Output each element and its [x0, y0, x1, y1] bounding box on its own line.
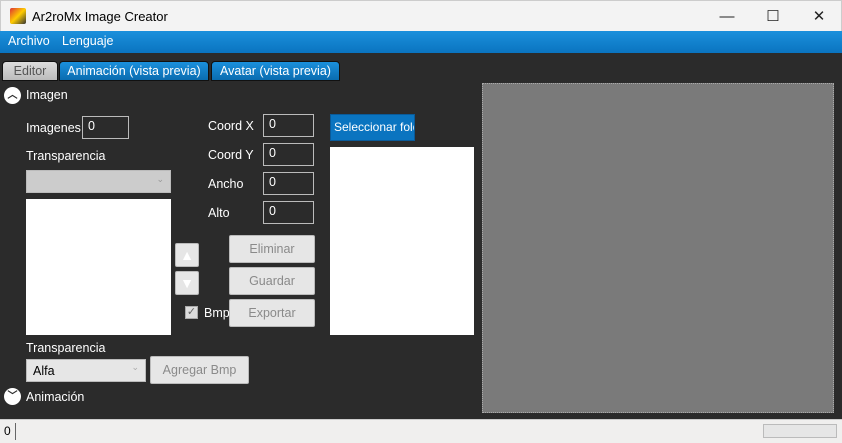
menu-lenguaje[interactable]: Lenguaje [62, 34, 113, 48]
coord-y-input[interactable]: 0 [263, 143, 314, 166]
chevron-down-icon: ⌄ [156, 174, 164, 184]
select-folder-button[interactable]: Seleccionar folder [330, 114, 415, 141]
bmp-label: Bmp [204, 306, 230, 320]
transparencia-select[interactable]: ⌄ [26, 170, 171, 193]
tab-animacion[interactable]: Animación (vista previa) [59, 61, 209, 81]
transparencia-label: Transparencia [26, 149, 106, 163]
window-title: Ar2roMx Image Creator [32, 9, 168, 24]
menu-bar: Archivo Lenguaje [0, 31, 842, 53]
progress-bar [763, 424, 837, 438]
tab-strip: Editor Animación (vista previa) Avatar (… [0, 53, 842, 81]
coord-y-label: Coord Y [208, 148, 254, 162]
status-value: 0 [4, 424, 11, 438]
folder-list[interactable] [330, 147, 474, 335]
move-down-button[interactable]: ▼ [175, 271, 199, 295]
collapse-icon[interactable]: ︿ [4, 87, 21, 104]
bmp-checkbox[interactable]: ✓ [185, 306, 198, 319]
transparencia-value: Alfa [33, 364, 55, 378]
tab-editor[interactable]: Editor [2, 61, 58, 81]
imagenes-input[interactable]: 0 [82, 116, 129, 139]
status-separator [15, 423, 16, 440]
guardar-button[interactable]: Guardar [229, 267, 315, 295]
app-icon [10, 8, 26, 24]
minimize-button[interactable]: — [704, 1, 750, 32]
exportar-button[interactable]: Exportar [229, 299, 315, 327]
tab-avatar[interactable]: Avatar (vista previa) [211, 61, 340, 81]
menu-archivo[interactable]: Archivo [8, 34, 50, 48]
transparencia-select-2[interactable]: Alfa ⌄ [26, 359, 146, 382]
coord-x-input[interactable]: 0 [263, 114, 314, 137]
chevron-down-icon: ⌄ [131, 362, 139, 372]
maximize-button[interactable]: ☐ [750, 1, 796, 32]
ancho-input[interactable]: 0 [263, 172, 314, 195]
expand-icon[interactable]: ﹀ [4, 388, 21, 405]
alto-input[interactable]: 0 [263, 201, 314, 224]
image-list[interactable] [26, 199, 171, 335]
agregar-bmp-button[interactable]: Agregar Bmp [150, 356, 249, 384]
title-bar: Ar2roMx Image Creator — ☐ ✕ [0, 0, 842, 31]
alto-label: Alto [208, 206, 230, 220]
section-imagen[interactable]: Imagen [26, 88, 68, 102]
coord-x-label: Coord X [208, 119, 254, 133]
eliminar-button[interactable]: Eliminar [229, 235, 315, 263]
status-bar: 0 [0, 419, 842, 443]
move-up-button[interactable]: ▲ [175, 243, 199, 267]
ancho-label: Ancho [208, 177, 244, 191]
section-animacion[interactable]: Animación [26, 390, 84, 404]
image-preview-canvas[interactable] [482, 83, 834, 413]
transparencia-label-2: Transparencia [26, 341, 106, 355]
imagenes-label: Imagenes [26, 121, 81, 135]
close-button[interactable]: ✕ [796, 1, 842, 32]
